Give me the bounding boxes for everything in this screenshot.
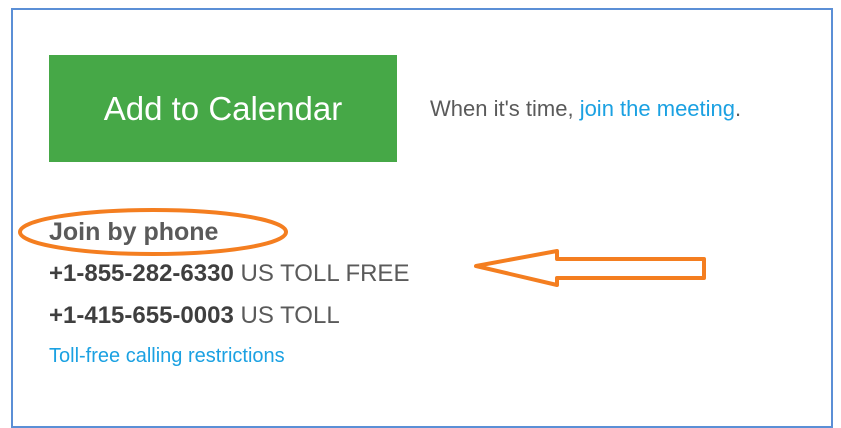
meeting-suffix: .	[735, 96, 742, 121]
phone-number: +1-855-282-6330	[49, 260, 234, 287]
join-meeting-link[interactable]: join the meeting	[580, 96, 735, 121]
add-to-calendar-button[interactable]: Add to Calendar	[49, 55, 397, 162]
meeting-instruction: When it's time, join the meeting.	[430, 96, 741, 122]
phone-number-row: +1-855-282-6330 US TOLL FREE	[49, 260, 409, 288]
meeting-prefix: When it's time,	[430, 96, 580, 121]
restrictions-link-text[interactable]: Toll-free calling restrictions	[49, 345, 285, 367]
phone-type: US TOLL FREE	[233, 260, 410, 287]
phone-type: US TOLL	[233, 302, 340, 329]
join-by-phone-heading: Join by phone	[49, 218, 219, 246]
phone-number: +1-415-655-0003	[49, 302, 234, 329]
toll-free-restrictions-link[interactable]: Toll-free calling restrictions	[49, 345, 285, 368]
phone-number-row: +1-415-655-0003 US TOLL	[49, 302, 340, 330]
